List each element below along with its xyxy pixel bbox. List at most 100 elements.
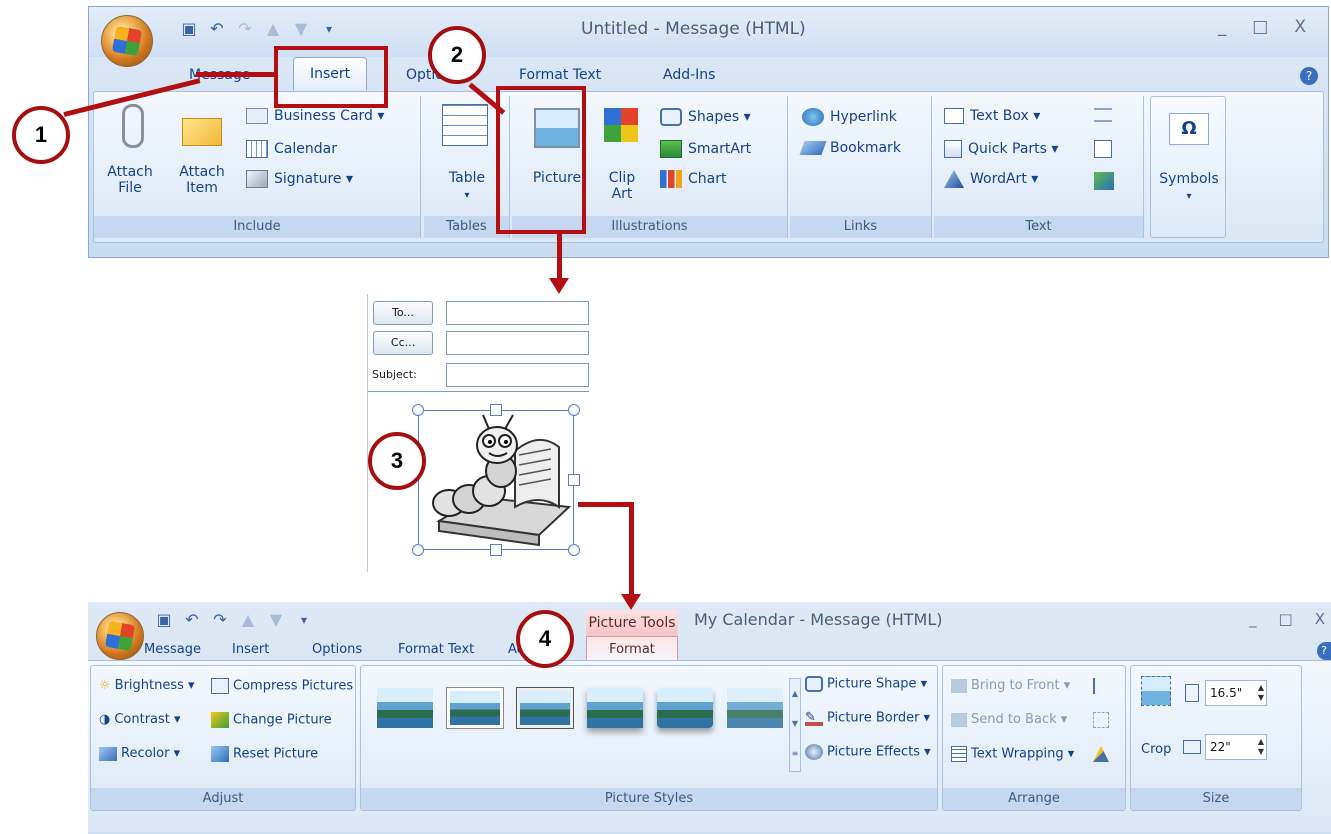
customize-toolbar-icon-bottom[interactable]: ▾	[294, 613, 314, 627]
hyperlink-button[interactable]: Hyperlink	[802, 108, 897, 126]
picture-styles-gallery	[369, 678, 787, 768]
previous-item-icon[interactable]: ▲	[263, 19, 283, 38]
to-field[interactable]	[446, 301, 589, 325]
group-symbols: Ω Symbols ▾	[1150, 96, 1226, 238]
cc-field[interactable]	[446, 331, 589, 355]
cc-button[interactable]: Cc...	[373, 331, 433, 355]
rotate-icon[interactable]	[1093, 746, 1109, 762]
text-wrapping-button[interactable]: Text Wrapping ▾	[951, 746, 1074, 762]
inserted-picture[interactable]	[418, 410, 574, 550]
tab-format-picture[interactable]: Format	[586, 636, 678, 662]
attach-item-button[interactable]: Attach Item	[174, 164, 230, 196]
tab-insert-bottom[interactable]: Insert	[232, 642, 269, 657]
picture-shape-button[interactable]: Picture Shape ▾	[805, 676, 927, 692]
compress-pictures-button[interactable]: Compress Pictures	[211, 678, 353, 694]
resize-handle-right[interactable]	[568, 474, 580, 486]
top-outlook-window: ▣ ↶ ↷ ▲ ▼ ▾ Untitled - Message (HTML) _ …	[88, 6, 1329, 258]
width-spinner-icon[interactable]: ▲ ▼	[1258, 737, 1264, 757]
redo-icon-bottom[interactable]: ↷	[210, 610, 230, 629]
align-icon[interactable]	[1093, 678, 1109, 694]
quick-parts-button[interactable]: Quick Parts ▾	[944, 140, 1058, 158]
close-button[interactable]: X	[1294, 17, 1306, 37]
contrast-button[interactable]: ◑ Contrast ▾	[99, 712, 181, 727]
office-button-bottom[interactable]	[96, 612, 144, 660]
picture-style-4[interactable]	[587, 688, 643, 728]
resize-handle-bottom[interactable]	[490, 544, 502, 556]
width-input[interactable]: 22" ▲ ▼	[1205, 734, 1267, 760]
tab-message-bottom[interactable]: Message	[144, 642, 201, 657]
picture-style-3[interactable]	[516, 687, 574, 729]
drop-cap-icon[interactable]	[1094, 108, 1112, 122]
smartart-button[interactable]: SmartArt	[660, 140, 751, 158]
bring-to-front-button[interactable]: Bring to Front ▾	[951, 678, 1070, 693]
gallery-scrollbar[interactable]: ▲ ▼ ≡	[789, 678, 801, 772]
maximize-button-bottom[interactable]: □	[1279, 610, 1293, 628]
symbols-button[interactable]: Symbols ▾	[1151, 171, 1227, 205]
text-box-button[interactable]: Text Box ▾	[944, 108, 1040, 124]
to-button[interactable]: To...	[373, 301, 433, 325]
reset-picture-button[interactable]: Reset Picture	[211, 746, 318, 762]
resize-handle-bottom-right[interactable]	[568, 544, 580, 556]
change-picture-button[interactable]: Change Picture	[211, 712, 332, 728]
crop-button[interactable]: Crop	[1141, 742, 1171, 757]
bookmark-button[interactable]: Bookmark	[799, 140, 901, 156]
undo-icon[interactable]: ↶	[207, 19, 227, 38]
minimize-button[interactable]: _	[1218, 17, 1227, 37]
recolor-button[interactable]: Recolor ▾	[99, 746, 180, 761]
chart-label: Chart	[688, 171, 727, 187]
quick-access-toolbar-bottom: ▣ ↶ ↷ ▲ ▼ ▾	[154, 610, 314, 629]
arrow-down-icon-2	[621, 594, 641, 610]
maximize-button[interactable]: □	[1252, 17, 1268, 37]
attach-file-button[interactable]: Attach File	[106, 164, 154, 196]
send-to-back-button[interactable]: Send to Back ▾	[951, 712, 1067, 727]
wordart-button[interactable]: WordArt ▾	[944, 170, 1038, 188]
resize-handle-bottom-left[interactable]	[412, 544, 424, 556]
save-icon[interactable]: ▣	[179, 19, 199, 38]
business-card-button[interactable]: Business Card ▾	[246, 108, 384, 124]
shapes-button[interactable]: Shapes ▾	[660, 108, 751, 126]
minimize-button-bottom[interactable]: _	[1249, 610, 1257, 628]
next-item-icon-bottom[interactable]: ▼	[266, 610, 286, 629]
office-button[interactable]	[101, 15, 153, 67]
compress-pictures-icon	[211, 678, 229, 694]
redo-icon[interactable]: ↷	[235, 19, 255, 38]
close-button-bottom[interactable]: X	[1315, 610, 1325, 628]
brightness-button[interactable]: ☼ Brightness ▾	[99, 678, 195, 693]
picture-style-5[interactable]	[657, 688, 713, 728]
picture-effects-button[interactable]: Picture Effects ▾	[805, 744, 931, 760]
contrast-label: Contrast ▾	[114, 712, 181, 727]
resize-handle-top-right[interactable]	[568, 404, 580, 416]
clip-art-button[interactable]: Clip Art	[598, 170, 646, 202]
signature-button[interactable]: Signature ▾	[246, 170, 353, 188]
group-label-include: Include	[94, 216, 420, 238]
save-icon-bottom[interactable]: ▣	[154, 610, 174, 629]
picture-style-2[interactable]	[446, 687, 504, 729]
tab-format-text[interactable]: Format Text	[519, 67, 601, 83]
resize-handle-top-left[interactable]	[412, 404, 424, 416]
tab-format-text-bottom[interactable]: Format Text	[398, 642, 474, 657]
object-icon[interactable]	[1094, 172, 1114, 190]
resize-handle-top[interactable]	[490, 404, 502, 416]
text-wrapping-icon	[951, 746, 967, 762]
height-spinner-icon[interactable]: ▲ ▼	[1258, 683, 1264, 703]
tab-add-ins[interactable]: Add-Ins	[663, 67, 715, 83]
connector-3-h	[578, 502, 634, 507]
help-icon[interactable]: ?	[1300, 67, 1318, 85]
crop-icon	[1141, 676, 1171, 706]
group-objects-icon[interactable]	[1093, 712, 1109, 728]
height-input[interactable]: 16.5" ▲ ▼	[1205, 680, 1267, 706]
calendar-button[interactable]: Calendar	[246, 140, 337, 158]
date-time-icon[interactable]	[1094, 140, 1112, 158]
chart-button[interactable]: Chart	[660, 170, 726, 188]
picture-border-button[interactable]: ✎ Picture Border ▾	[805, 710, 930, 726]
next-item-icon[interactable]: ▼	[291, 19, 311, 38]
picture-style-6[interactable]	[727, 688, 783, 728]
undo-icon-bottom[interactable]: ↶	[182, 610, 202, 629]
tab-options-bottom[interactable]: Options	[312, 642, 362, 657]
customize-toolbar-icon[interactable]: ▾	[319, 22, 339, 36]
picture-style-1[interactable]	[377, 688, 433, 728]
help-icon-bottom[interactable]: ?	[1317, 642, 1331, 660]
subject-field[interactable]	[446, 363, 589, 387]
omega-icon: Ω	[1169, 113, 1209, 145]
previous-item-icon-bottom[interactable]: ▲	[238, 610, 258, 629]
